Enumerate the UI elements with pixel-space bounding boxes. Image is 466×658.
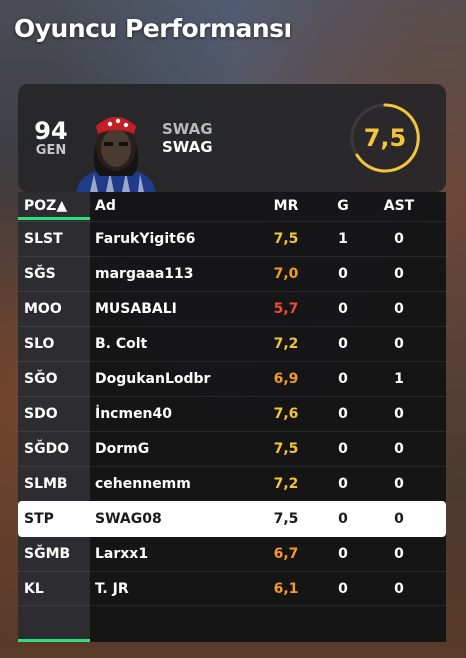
row-assists: 0: [394, 441, 404, 457]
row-assists: 0: [394, 406, 404, 422]
player-summary-card: 94 GEN SWAG SWAG 7,5: [18, 84, 446, 192]
page-title: Oyuncu Performansı: [14, 14, 292, 43]
row-goals: 0: [338, 301, 348, 317]
row-assists: 0: [394, 511, 404, 527]
row-player-name: T. JR: [95, 581, 129, 597]
table-row[interactable]: SLO B. Colt 7,2 0 0: [18, 326, 446, 362]
table-row[interactable]: SĞS margaaa113 7,0 0 0: [18, 256, 446, 292]
row-goals: 0: [338, 581, 348, 597]
table-row[interactable]: SĞO DogukanLodbr 6,9 0 1: [18, 361, 446, 397]
row-position: SLST: [24, 231, 63, 247]
row-player-name: DormG: [95, 441, 150, 457]
player-performance-table: POZ▲ Ad MR G AST SLST FarukYigit66 7,5 1…: [18, 192, 446, 642]
row-goals: 0: [338, 476, 348, 492]
row-match-rating: 6,7: [273, 546, 299, 562]
sort-indicator-underline: [18, 217, 90, 220]
row-position: SLO: [24, 336, 55, 352]
row-player-name: margaaa113: [95, 266, 194, 282]
position-column-underline: [18, 639, 90, 642]
row-player-name: cehennemm: [95, 476, 191, 492]
player-first-name: SWAG: [162, 120, 213, 138]
row-player-name: İncmen40: [95, 406, 173, 422]
row-position: STP: [24, 511, 54, 527]
row-position: SĞO: [24, 371, 58, 387]
overall-rating-value: 94: [34, 117, 68, 145]
row-position: SLMB: [24, 476, 68, 492]
table-row[interactable]: SĞDO DormG 7,5 0 0: [18, 431, 446, 467]
table-row-selected[interactable]: STP SWAG08 7,5 0 0: [18, 501, 446, 537]
column-header-match-rating[interactable]: MR: [258, 192, 314, 220]
row-player-name: Larxx1: [95, 546, 149, 562]
row-assists: 0: [394, 231, 404, 247]
row-match-rating: 6,1: [273, 581, 299, 597]
overall-rating-block: 94 GEN: [32, 118, 70, 158]
row-goals: 0: [338, 371, 348, 387]
row-goals: 1: [338, 231, 348, 247]
row-match-rating: 6,9: [273, 371, 299, 387]
player-name-block: SWAG SWAG: [162, 120, 213, 156]
player-avatar: [76, 117, 156, 192]
row-position: SĞS: [24, 266, 56, 282]
row-match-rating: 7,5: [273, 441, 299, 457]
row-assists: 0: [394, 301, 404, 317]
column-header-assists[interactable]: AST: [371, 192, 427, 220]
table-row[interactable]: SĞMB Larxx1 6,7 0 0: [18, 536, 446, 572]
row-goals: 0: [338, 266, 348, 282]
table-row[interactable]: KL T. JR 6,1 0 0: [18, 571, 446, 607]
table-row[interactable]: SLST FarukYigit66 7,5 1 0: [18, 221, 446, 257]
match-rating-value: 7,5: [363, 124, 407, 152]
column-header-goals[interactable]: G: [318, 192, 368, 220]
row-assists: 0: [394, 266, 404, 282]
row-match-rating: 7,2: [273, 336, 299, 352]
row-match-rating: 7,6: [273, 406, 299, 422]
row-player-name: MUSABALI: [95, 301, 177, 317]
row-position: KL: [24, 581, 44, 597]
row-goals: 0: [338, 441, 348, 457]
row-player-name: B. Colt: [95, 336, 148, 352]
row-assists: 0: [394, 336, 404, 352]
row-match-rating: 5,7: [273, 301, 299, 317]
row-player-name: FarukYigit66: [95, 231, 196, 247]
row-assists: 0: [394, 476, 404, 492]
row-goals: 0: [338, 511, 348, 527]
player-last-name: SWAG: [162, 138, 213, 156]
row-position: SĞMB: [24, 546, 71, 562]
row-match-rating: 7,5: [273, 511, 299, 527]
table-row[interactable]: SLMB cehennemm 7,2 0 0: [18, 466, 446, 502]
row-goals: 0: [338, 546, 348, 562]
table-row[interactable]: SDO İncmen40 7,6 0 0: [18, 396, 446, 432]
row-position: SĞDO: [24, 441, 70, 457]
column-header-position[interactable]: POZ▲: [24, 192, 67, 220]
row-match-rating: 7,2: [273, 476, 299, 492]
column-header-name[interactable]: Ad: [95, 192, 116, 220]
row-assists: 0: [394, 581, 404, 597]
row-player-name: SWAG08: [95, 511, 162, 527]
row-assists: 0: [394, 546, 404, 562]
table-divider: [18, 605, 446, 606]
row-position: MOO: [24, 301, 62, 317]
row-match-rating: 7,5: [273, 231, 299, 247]
row-goals: 0: [338, 406, 348, 422]
overall-rating-label: GEN: [35, 143, 67, 158]
row-match-rating: 7,0: [273, 266, 299, 282]
row-assists: 1: [394, 371, 404, 387]
table-row[interactable]: MOO MUSABALI 5,7 0 0: [18, 291, 446, 327]
row-position: SDO: [24, 406, 58, 422]
row-goals: 0: [338, 336, 348, 352]
row-player-name: DogukanLodbr: [95, 371, 211, 387]
